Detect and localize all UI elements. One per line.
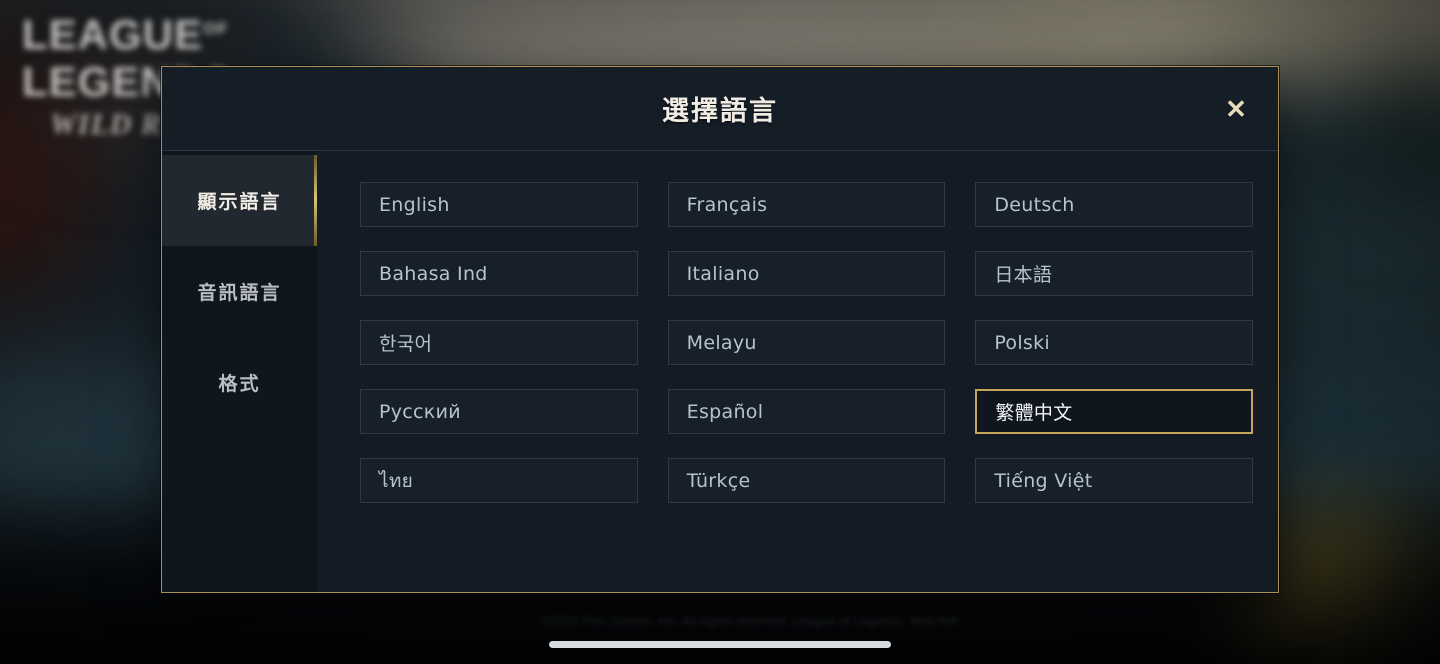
- sidebar-item-0[interactable]: 顯示語言: [162, 155, 317, 246]
- close-button[interactable]: ✕: [1216, 89, 1256, 129]
- language-label: Polski: [994, 331, 1050, 354]
- sidebar-item-label: 格式: [218, 373, 261, 395]
- language-grid: English Français Deutsch Bahasa Ind Italiano…: [360, 182, 1253, 503]
- language-option[interactable]: Русский: [360, 389, 638, 434]
- language-option[interactable]: Türkçe: [667, 458, 946, 503]
- dialog-body: 顯示語言音訊語言格式 English Français Deutsch Bahasa …: [162, 151, 1278, 592]
- legal-footer-text: ©2021 Riot Games, Inc. All rights reserv…: [541, 614, 959, 628]
- language-panel: English Français Deutsch Bahasa Ind Italiano…: [317, 151, 1278, 592]
- language-option[interactable]: Melayu: [667, 320, 946, 365]
- home-indicator[interactable]: [549, 641, 891, 648]
- language-label: English: [379, 193, 450, 216]
- language-label: Türkçe: [686, 469, 751, 492]
- language-option[interactable]: Bahasa Ind: [360, 251, 638, 296]
- dialog-header: 選擇語言 ✕: [162, 67, 1278, 151]
- language-option[interactable]: 日本語: [975, 251, 1253, 296]
- language-label: 한국어: [379, 333, 433, 355]
- settings-sidebar: 顯示語言音訊語言格式: [162, 151, 317, 592]
- sidebar-item-2[interactable]: 格式: [162, 337, 317, 428]
- language-selection-dialog: 選擇語言 ✕ 顯示語言音訊語言格式 English Français Deutsch…: [161, 66, 1279, 593]
- language-option[interactable]: English: [360, 182, 638, 227]
- language-label: Melayu: [686, 331, 757, 354]
- language-option[interactable]: Español: [667, 389, 946, 434]
- language-label: 日本語: [994, 264, 1053, 286]
- language-option[interactable]: 한국어: [360, 320, 638, 365]
- language-option[interactable]: Tiếng Việt: [975, 458, 1253, 503]
- language-option[interactable]: Italiano: [667, 251, 946, 296]
- language-option[interactable]: Français: [667, 182, 946, 227]
- dialog-title: 選擇語言: [662, 96, 778, 127]
- language-option[interactable]: Deutsch: [975, 182, 1253, 227]
- language-label: Русский: [379, 400, 461, 423]
- language-label: Español: [686, 400, 764, 423]
- sidebar-item-label: 顯示語言: [197, 191, 282, 213]
- language-label: 繁體中文: [995, 402, 1073, 424]
- language-label: Italiano: [686, 262, 760, 285]
- language-label: ไทย: [379, 469, 414, 492]
- language-option[interactable]: ไทย: [360, 458, 638, 503]
- sidebar-item-1[interactable]: 音訊語言: [162, 246, 317, 337]
- close-icon: ✕: [1225, 93, 1247, 124]
- sidebar-item-label: 音訊語言: [197, 282, 282, 304]
- language-label: Tiếng Việt: [994, 469, 1093, 492]
- language-option-selected[interactable]: 繁體中文: [975, 389, 1253, 434]
- language-option[interactable]: Polski: [975, 320, 1253, 365]
- language-label: Bahasa Ind: [379, 262, 488, 285]
- language-label: Deutsch: [994, 193, 1075, 216]
- language-label: Français: [686, 193, 768, 216]
